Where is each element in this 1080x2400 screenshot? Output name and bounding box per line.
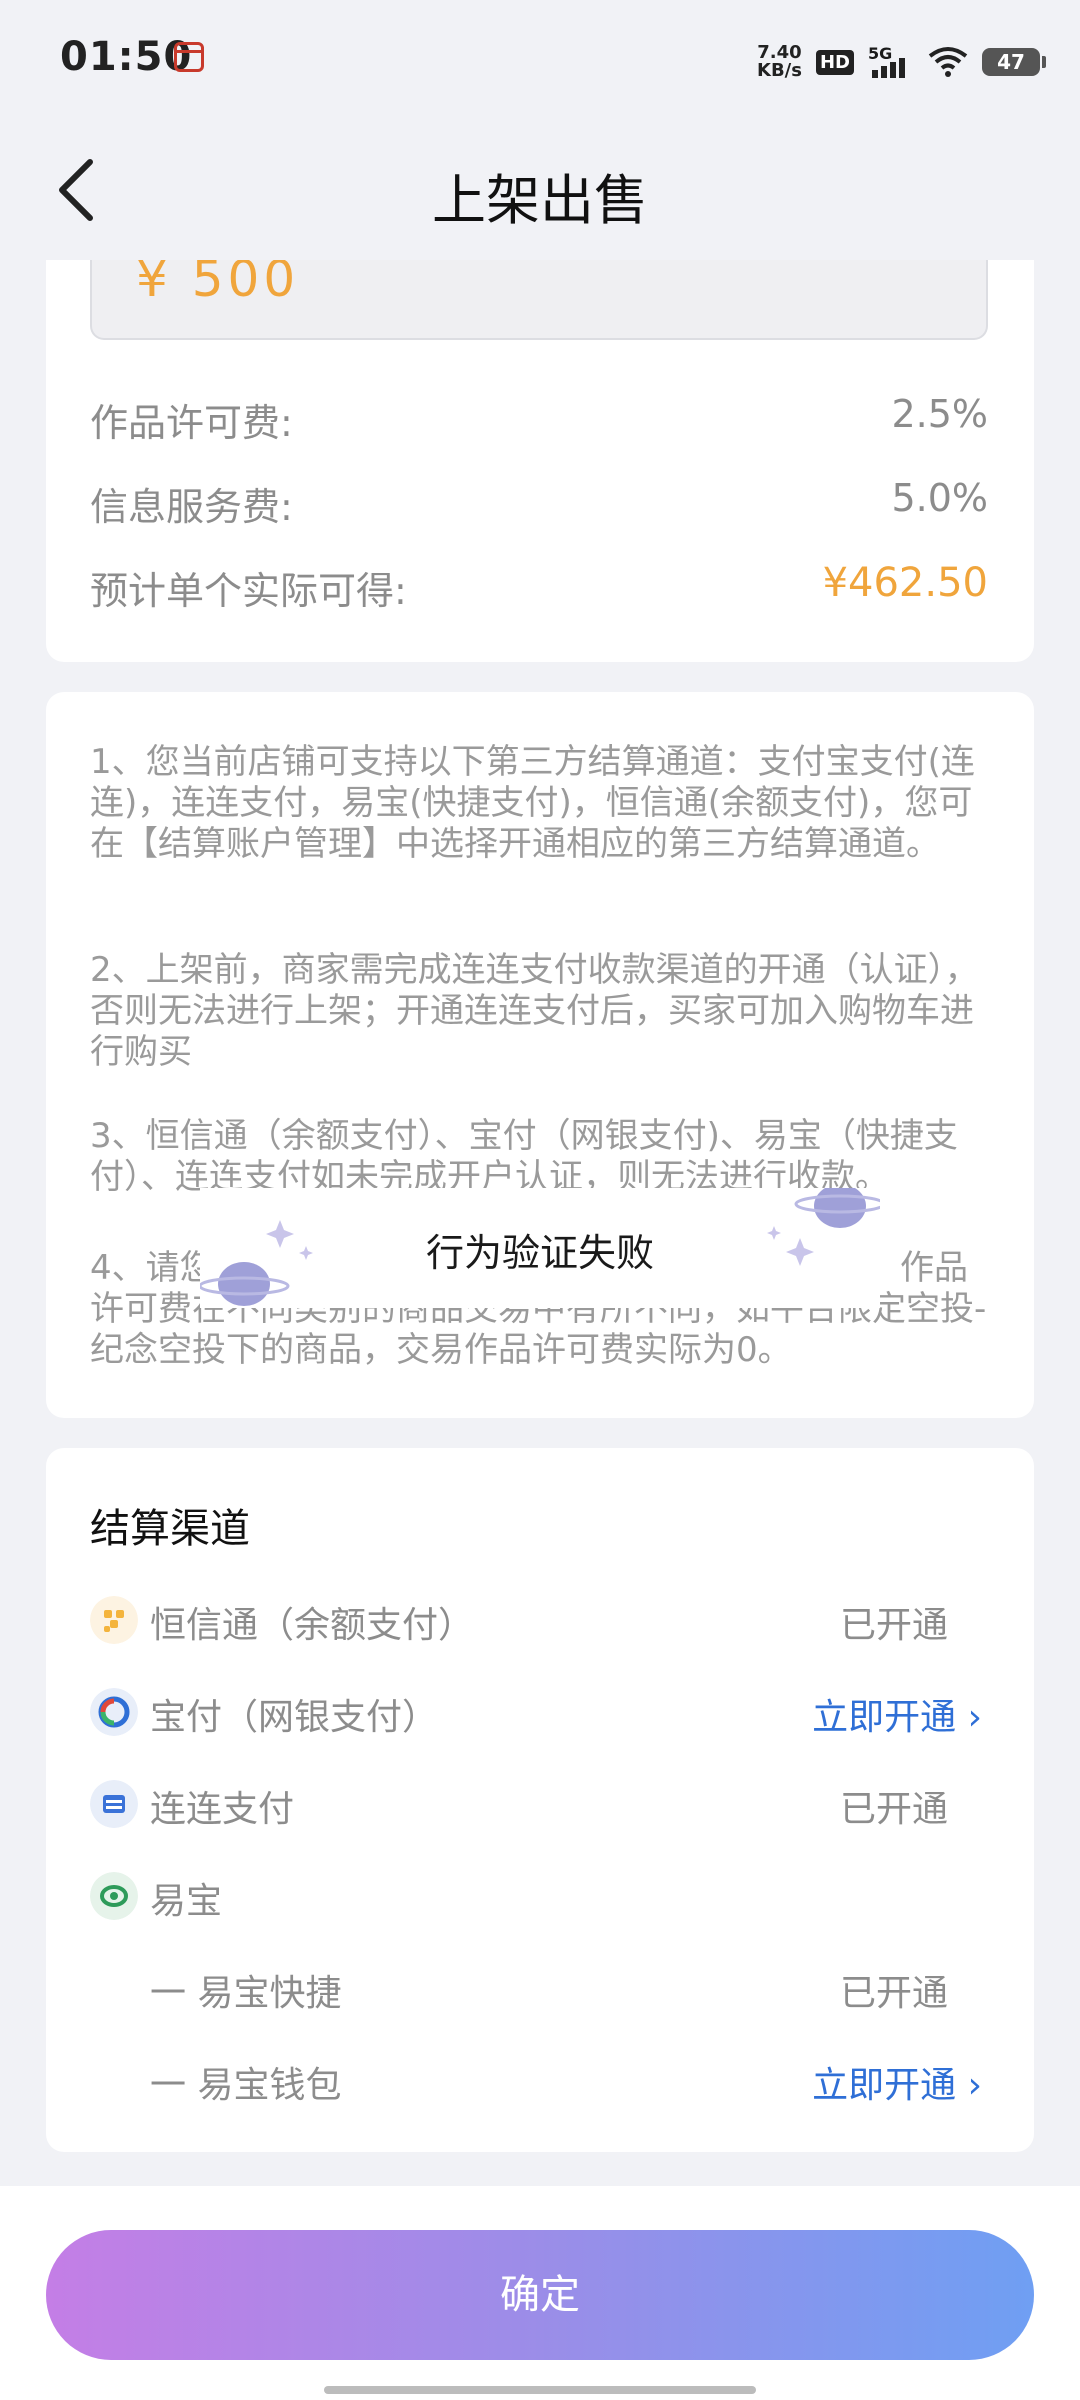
chevron-right-icon: › [956,1697,982,1738]
note-2: 2、上架前，商家需完成连连支付收款渠道的开通（认证），否则无法进行上架；开通连连… [90,950,979,1072]
chevron-right-icon: › [956,2065,982,2106]
status-bar: 01:50 7.40 KB/s HD 5G 47 [0,0,1080,120]
fee-row-service: 信息服务费: 5.0% [90,476,988,532]
signal-icon: 5G [868,44,914,80]
hd-icon: HD [815,49,854,75]
fee-label: 信息服务费: [90,485,293,529]
fee-row-estimated: 预计单个实际可得: ¥462.50 [90,560,988,616]
page-title: 上架出售 [432,169,648,232]
battery-icon: 47 [982,48,1046,76]
settlement-channels-card: 结算渠道 恒信通（余额支付） 已开通 宝付（网银支付） 立即开通 › 连连支付 … [46,1448,1034,2152]
network-speed-unit: KB/s [757,60,802,81]
baofu-icon [90,1688,138,1736]
channel-row-baofu: 宝付（网银支付） 立即开通 › [90,1682,982,1742]
wifi-icon [928,47,968,77]
channel-row-lianlian: 连连支付 已开通 [90,1774,982,1834]
network-speed: 7.40 KB/s [757,44,802,80]
status-icons: 7.40 KB/s HD 5G 47 [757,38,1046,86]
channel-label: 恒信通（余额支付） [150,1605,475,1646]
section-title: 结算渠道 [90,1506,250,1552]
fee-value: 5.0% [891,476,988,520]
notes-card: 1、您当前店铺可支持以下第三方结算通道：支付宝支付(连连)，连连支付，易宝(快捷… [46,692,1034,1418]
activate-label: 立即开通 [812,2065,957,2106]
lianlian-icon [90,1780,138,1828]
channel-status: 已开通 [839,1973,948,2014]
yibao-icon [90,1872,138,1920]
fee-label: 预计单个实际可得: [90,569,407,613]
page-header: 上架出售 [0,120,1080,260]
fee-row-license: 作品许可费: 2.5% [90,392,988,448]
note-3: 3、恒信通（余额支付）、宝付（网银支付)、易宝（快捷支付）、连连支付如未完成开户… [90,1116,958,1197]
toast-message: 行为验证失败 [425,1231,654,1275]
channel-label: 连连支付 [150,1789,295,1830]
channel-row-hengxintong: 恒信通（余额支付） 已开通 [90,1590,982,1650]
confirm-button[interactable]: 确定 [46,2230,1034,2360]
hengxintong-icon [90,1596,138,1644]
calendar-icon [174,42,204,72]
channel-row-yibao-wallet: 一 易宝钱包 立即开通 › [90,2050,982,2110]
status-time: 01:50 [60,34,193,80]
note-1: 1、您当前店铺可支持以下第三方结算通道：支付宝支付(连连)，连连支付，易宝(快捷… [90,742,975,864]
channel-label: 一 易宝钱包 [150,2065,342,2106]
channel-row-yibao-quick: 一 易宝快捷 已开通 [90,1958,982,2018]
activate-label: 立即开通 [812,1697,957,1738]
fee-label: 作品许可费: [90,401,293,445]
fee-value: 2.5% [891,392,988,436]
activate-yibao-wallet-link[interactable]: 立即开通 › [812,2056,982,2108]
verification-failed-toast: 行为验证失败 [200,1188,880,1308]
activate-baofu-link[interactable]: 立即开通 › [812,1688,982,1740]
channel-label: 易宝 [150,1881,223,1922]
price-card: ¥ 500 作品许可费: 2.5% 信息服务费: 5.0% 预计单个实际可得: … [46,230,1034,662]
home-indicator[interactable] [324,2386,756,2394]
channel-row-yibao: 易宝 [90,1866,982,1926]
channel-label: 一 易宝快捷 [150,1973,342,2014]
channel-label: 宝付（网银支付） [150,1697,439,1738]
channel-status: 已开通 [839,1605,948,1646]
bottom-bar: 确定 [0,2186,1080,2400]
note-4-end-visible: ，作品 [866,1248,968,1288]
channel-status: 已开通 [839,1789,948,1830]
estimated-earnings: ¥462.50 [822,560,988,606]
